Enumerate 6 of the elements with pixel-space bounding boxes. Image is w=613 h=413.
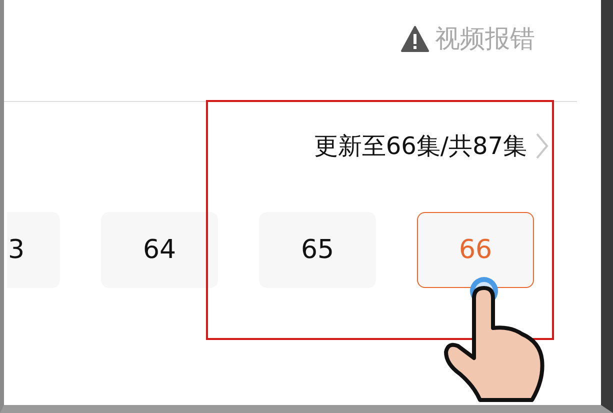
episode-button[interactable]: 65 bbox=[259, 212, 376, 288]
warning-icon bbox=[401, 26, 429, 52]
episode-count-link[interactable]: 更新至66集/共87集 bbox=[314, 130, 527, 162]
chevron-right-icon bbox=[535, 132, 549, 160]
episode-button[interactable]: 3 bbox=[7, 212, 60, 288]
episode-button[interactable]: 64 bbox=[101, 212, 218, 288]
